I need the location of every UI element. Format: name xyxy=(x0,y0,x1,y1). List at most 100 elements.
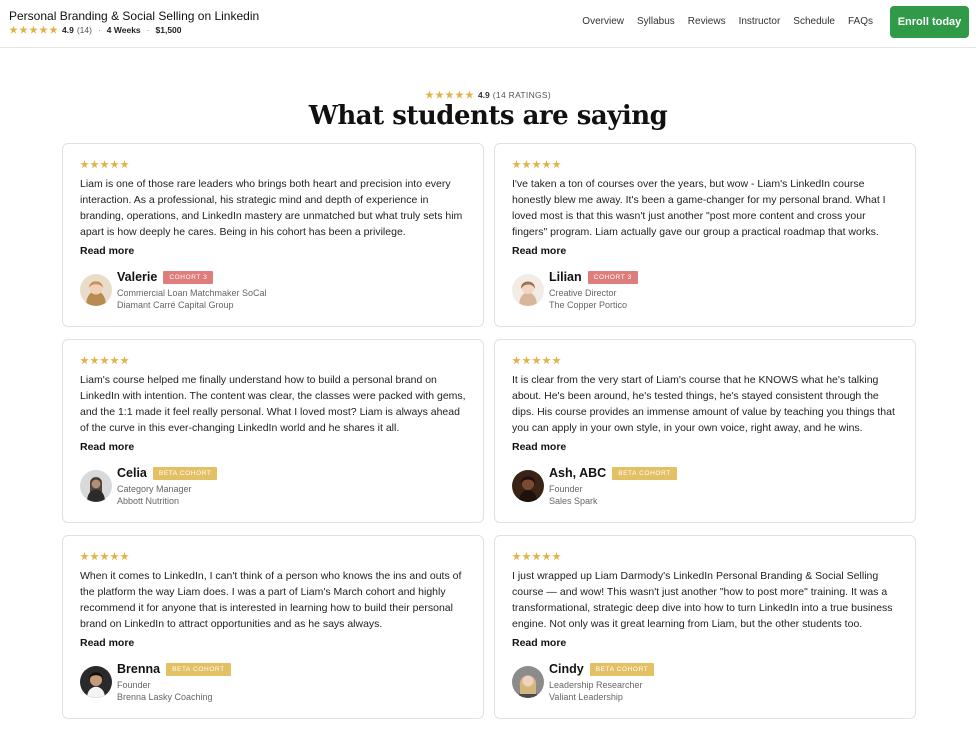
course-title: Personal Branding & Social Selling on Li… xyxy=(9,9,260,23)
review-card: When it comes to LinkedIn, I can't think… xyxy=(62,535,484,719)
reviewer-company: Valiant Leadership xyxy=(549,692,623,702)
read-more-link[interactable]: Read more xyxy=(512,441,566,453)
star-icon xyxy=(512,356,521,365)
summary-stars xyxy=(425,90,474,100)
read-more-link[interactable]: Read more xyxy=(512,637,566,649)
review-card: Liam is one of those rare leaders who br… xyxy=(62,143,484,327)
star-icon xyxy=(9,25,18,34)
course-duration: 4 Weeks xyxy=(106,25,141,35)
enroll-button[interactable]: Enroll today xyxy=(890,6,969,38)
star-icon xyxy=(90,552,99,561)
star-icon xyxy=(90,356,99,365)
star-icon xyxy=(100,552,109,561)
cohort-badge: COHORT 3 xyxy=(163,270,214,284)
star-icon xyxy=(80,356,89,365)
review-text: I just wrapped up Liam Darmody's LinkedI… xyxy=(512,570,893,630)
reviewer: Valerie COHORT 3 Commercial Loan Matchma… xyxy=(117,270,267,311)
star-icon xyxy=(29,25,38,34)
review-card: It is clear from the very start of Liam'… xyxy=(494,339,916,523)
review-text: I've taken a ton of courses over the yea… xyxy=(512,178,886,238)
reviewer-company: Diamant Carré Capital Group xyxy=(117,300,234,310)
read-more-link[interactable]: Read more xyxy=(80,245,134,257)
reviewer: Cindy BETA COHORT Leadership Researcher … xyxy=(549,662,655,703)
star-icon xyxy=(19,25,28,34)
review-text: It is clear from the very start of Liam'… xyxy=(512,374,895,434)
avatar xyxy=(80,666,112,698)
star-icon xyxy=(512,552,521,561)
reviewer-role: Category Manager xyxy=(117,484,192,494)
avatar xyxy=(80,274,112,306)
separator-dot: · xyxy=(97,25,101,35)
reviewer-company: Brenna Lasky Coaching xyxy=(117,692,213,702)
star-icon xyxy=(110,160,119,169)
summary-count: (14 RATINGS) xyxy=(492,90,552,100)
star-icon xyxy=(542,356,551,365)
star-icon xyxy=(120,160,129,169)
star-icon xyxy=(532,552,541,561)
cohort-badge: COHORT 3 xyxy=(587,270,638,284)
star-icon xyxy=(552,160,561,169)
rating-stars xyxy=(9,25,58,35)
star-icon xyxy=(455,90,464,99)
review-card: I just wrapped up Liam Darmody's LinkedI… xyxy=(494,535,916,719)
review-card: I've taken a ton of courses over the yea… xyxy=(494,143,916,327)
star-icon xyxy=(445,90,454,99)
summary-rating: 4.9 xyxy=(477,90,490,100)
reviewer-company: Abbott Nutrition xyxy=(117,496,180,506)
review-stars xyxy=(512,356,561,365)
avatar xyxy=(512,666,544,698)
reviewer-name: Cindy xyxy=(549,662,584,676)
reviews-grid: Liam is one of those rare leaders who br… xyxy=(62,143,916,719)
reviewer-role: Commercial Loan Matchmaker SoCal xyxy=(117,288,267,298)
reviewer-name: Ash, ABC xyxy=(549,466,607,480)
avatar xyxy=(80,470,112,502)
star-icon xyxy=(80,552,89,561)
reviewer: Celia BETA COHORT Category Manager Abbot… xyxy=(117,466,218,507)
nav-syllabus[interactable]: Syllabus xyxy=(637,16,675,27)
top-bar: Personal Branding & Social Selling on Li… xyxy=(0,0,976,48)
star-icon xyxy=(39,25,48,34)
rating-value: 4.9 xyxy=(62,25,74,35)
star-icon xyxy=(532,160,541,169)
nav-overview[interactable]: Overview xyxy=(582,16,624,27)
star-icon xyxy=(425,90,434,99)
star-icon xyxy=(552,356,561,365)
read-more-link[interactable]: Read more xyxy=(512,245,566,257)
review-stars xyxy=(512,552,561,561)
nav-reviews[interactable]: Reviews xyxy=(688,16,726,27)
star-icon xyxy=(120,552,129,561)
star-icon xyxy=(110,552,119,561)
review-text: When it comes to LinkedIn, I can't think… xyxy=(80,570,462,630)
star-icon xyxy=(522,356,531,365)
star-icon xyxy=(80,160,89,169)
cohort-badge: BETA COHORT xyxy=(589,662,655,676)
reviewer: Brenna BETA COHORT Founder Brenna Lasky … xyxy=(117,662,231,703)
reviewer-company: Sales Spark xyxy=(549,496,598,506)
nav-instructor[interactable]: Instructor xyxy=(739,16,781,27)
star-icon xyxy=(100,356,109,365)
read-more-link[interactable]: Read more xyxy=(80,441,134,453)
reviewer-role: Leadership Researcher xyxy=(549,680,643,690)
reviewer-name: Valerie xyxy=(117,270,158,284)
rating-count: (14) xyxy=(76,25,92,35)
star-icon xyxy=(120,356,129,365)
nav-schedule[interactable]: Schedule xyxy=(793,16,835,27)
review-text: Liam is one of those rare leaders who br… xyxy=(80,178,463,238)
course-meta: 4.9 (14) · 4 Weeks · $1,500 xyxy=(9,25,182,35)
cohort-badge: BETA COHORT xyxy=(612,466,677,480)
reviewer-role: Founder xyxy=(549,484,583,494)
review-card: Liam's course helped me finally understa… xyxy=(62,339,484,523)
nav-faqs[interactable]: FAQs xyxy=(848,16,873,27)
reviewer-role: Founder xyxy=(117,680,151,690)
star-icon xyxy=(542,552,551,561)
read-more-link[interactable]: Read more xyxy=(80,637,134,649)
reviewer-company: The Copper Portico xyxy=(549,300,628,310)
star-icon xyxy=(512,160,521,169)
cohort-badge: BETA COHORT xyxy=(152,466,218,480)
review-stars xyxy=(512,160,561,169)
review-stars xyxy=(80,356,129,365)
review-stars xyxy=(80,552,129,561)
star-icon xyxy=(49,25,58,34)
reviewer-role: Creative Director xyxy=(549,288,617,298)
avatar xyxy=(512,470,544,502)
